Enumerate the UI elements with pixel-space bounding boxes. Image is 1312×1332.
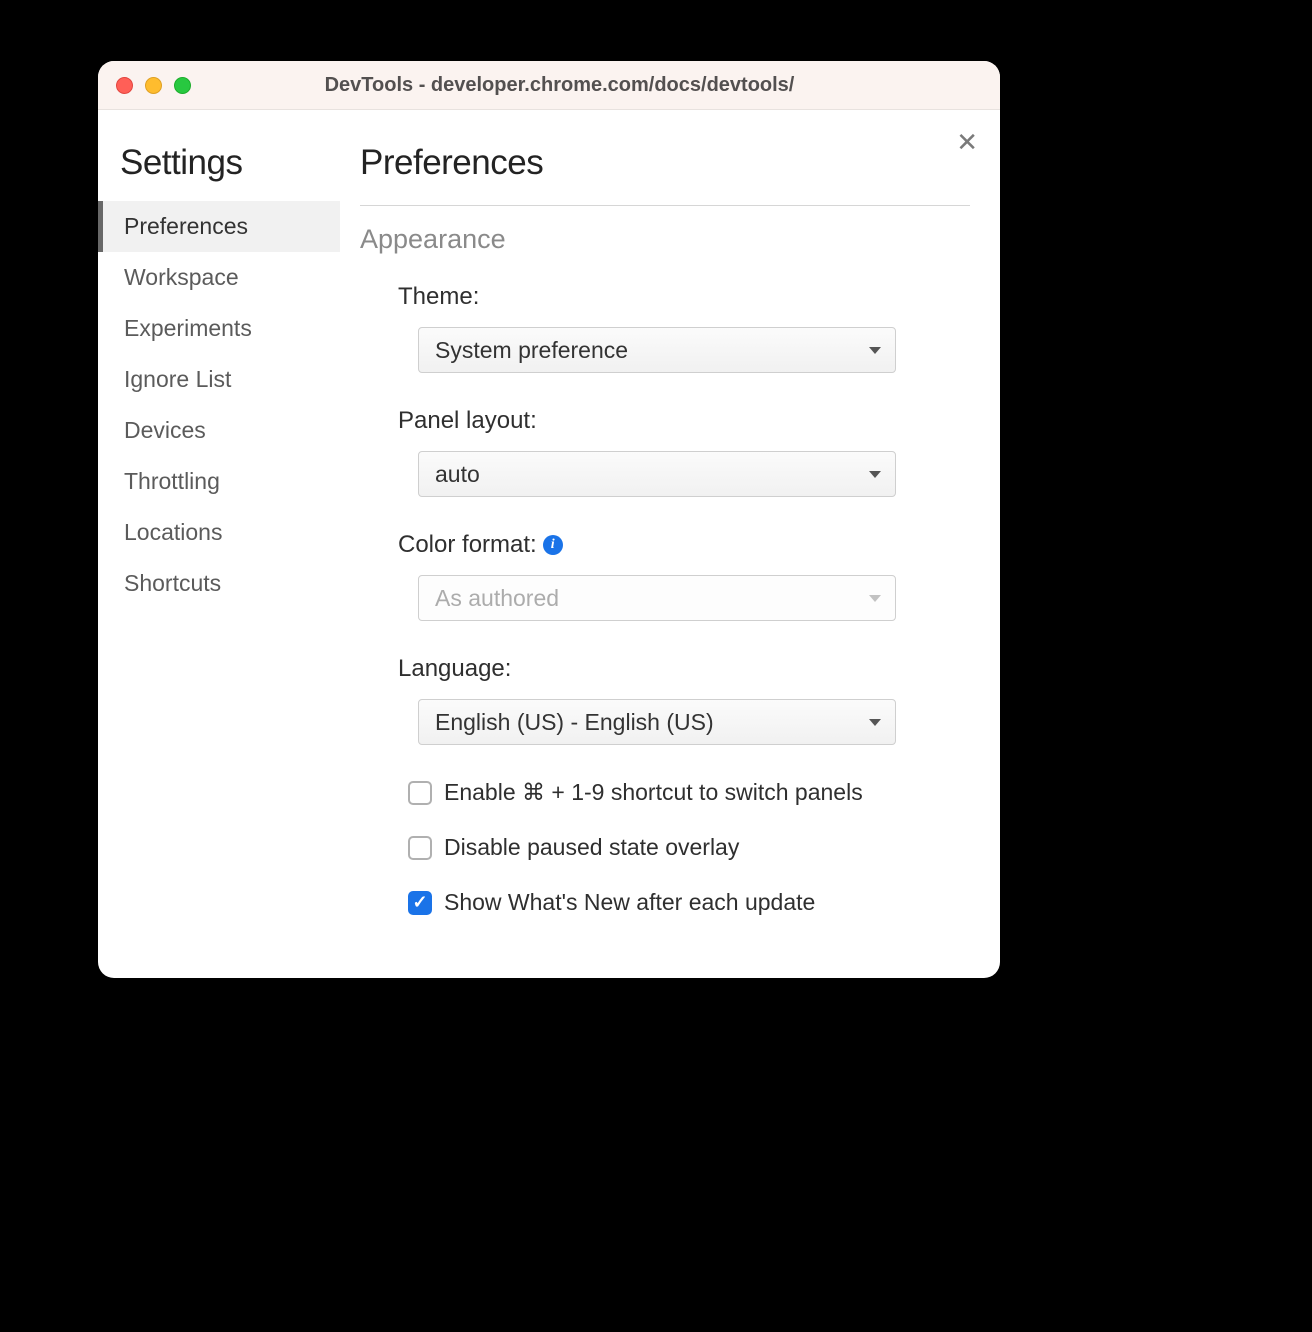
content-body: ✕ Settings Preferences Workspace Experim… xyxy=(98,110,1000,978)
sidebar-item-label: Throttling xyxy=(124,468,220,494)
color-format-label: Color format: i xyxy=(398,531,970,559)
color-format-field: Color format: i As authored xyxy=(360,531,970,621)
titlebar: DevTools - developer.chrome.com/docs/dev… xyxy=(98,61,1000,110)
color-format-select-value: As authored xyxy=(435,585,559,612)
theme-select-value: System preference xyxy=(435,337,628,364)
chevron-down-icon xyxy=(869,347,881,354)
checkbox-disable-paused-overlay[interactable]: ✓ Disable paused state overlay xyxy=(360,834,970,861)
sidebar-item-devices[interactable]: Devices xyxy=(98,405,340,456)
sidebar-item-label: Ignore List xyxy=(124,366,231,392)
sidebar-item-throttling[interactable]: Throttling xyxy=(98,456,340,507)
chevron-down-icon xyxy=(869,471,881,478)
panel-layout-field: Panel layout: auto xyxy=(360,407,970,497)
window-close-button[interactable] xyxy=(116,77,133,94)
language-label: Language: xyxy=(398,655,970,683)
sidebar-item-label: Locations xyxy=(124,519,222,545)
panel-layout-select-value: auto xyxy=(435,461,480,488)
checkbox-show-whats-new[interactable]: ✓ Show What's New after each update xyxy=(360,889,970,916)
panel-layout-select[interactable]: auto xyxy=(418,451,896,497)
info-icon[interactable]: i xyxy=(543,535,563,555)
checkbox-label: Show What's New after each update xyxy=(444,889,815,916)
color-format-select: As authored xyxy=(418,575,896,621)
sidebar-item-workspace[interactable]: Workspace xyxy=(98,252,340,303)
chevron-down-icon xyxy=(869,595,881,602)
sidebar-item-ignore-list[interactable]: Ignore List xyxy=(98,354,340,405)
checkbox-enable-shortcut[interactable]: ✓ Enable ⌘ + 1-9 shortcut to switch pane… xyxy=(360,779,970,806)
sidebar-item-label: Workspace xyxy=(124,264,239,290)
window: DevTools - developer.chrome.com/docs/dev… xyxy=(98,61,1000,978)
theme-field: Theme: System preference xyxy=(360,283,970,373)
checkbox-icon: ✓ xyxy=(408,781,432,805)
window-title: DevTools - developer.chrome.com/docs/dev… xyxy=(137,74,982,97)
sidebar-item-preferences[interactable]: Preferences xyxy=(98,201,340,252)
theme-select[interactable]: System preference xyxy=(418,327,896,373)
sidebar: Settings Preferences Workspace Experimen… xyxy=(98,110,340,978)
checkbox-icon: ✓ xyxy=(408,836,432,860)
chevron-down-icon xyxy=(869,719,881,726)
panel-layout-label: Panel layout: xyxy=(398,407,970,435)
language-select-value: English (US) - English (US) xyxy=(435,709,714,736)
section-heading: Appearance xyxy=(360,224,970,255)
checkbox-icon: ✓ xyxy=(408,891,432,915)
checkbox-label: Disable paused state overlay xyxy=(444,834,739,861)
sidebar-item-label: Shortcuts xyxy=(124,570,221,596)
language-select[interactable]: English (US) - English (US) xyxy=(418,699,896,745)
language-field: Language: English (US) - English (US) xyxy=(360,655,970,745)
main-panel: Preferences Appearance Theme: System pre… xyxy=(340,110,1000,978)
sidebar-item-label: Preferences xyxy=(124,213,248,239)
sidebar-item-locations[interactable]: Locations xyxy=(98,507,340,558)
sidebar-item-label: Experiments xyxy=(124,315,252,341)
page-title: Preferences xyxy=(360,143,970,206)
sidebar-title: Settings xyxy=(120,143,340,183)
checkbox-label: Enable ⌘ + 1-9 shortcut to switch panels xyxy=(444,779,863,806)
sidebar-item-shortcuts[interactable]: Shortcuts xyxy=(98,558,340,609)
close-icon[interactable]: ✕ xyxy=(956,129,978,155)
color-format-label-text: Color format: xyxy=(398,531,537,559)
sidebar-item-experiments[interactable]: Experiments xyxy=(98,303,340,354)
theme-label: Theme: xyxy=(398,283,970,311)
sidebar-item-label: Devices xyxy=(124,417,206,443)
